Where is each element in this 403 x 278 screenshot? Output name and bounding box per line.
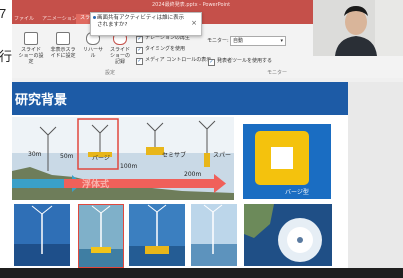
- turbine-diagram: 30m 50m 100m 200m バージ セミサブ スパー 着床式 浮体式: [12, 117, 234, 200]
- tab-animation[interactable]: アニメーション: [42, 15, 77, 22]
- photo-barge-turbine: [78, 204, 124, 268]
- webcam-video: [313, 0, 403, 56]
- photo-monopile-turbine: [14, 204, 70, 266]
- depth-label-200m: 200m: [184, 171, 202, 178]
- barge-card-caption: バージ型: [285, 189, 309, 196]
- type-label-spar: スパー: [213, 152, 232, 159]
- check-icon: ✓: [136, 47, 143, 54]
- close-icon[interactable]: ×: [191, 19, 197, 27]
- settings-group-label: 設定: [105, 70, 116, 76]
- record-label: スライド ショーの記録: [109, 47, 130, 65]
- setup-slideshow-button[interactable]: スライド ショーの設定: [18, 32, 44, 65]
- edge-char-bottom: 行: [0, 49, 13, 64]
- presenter-view-label: 発表者ツールを使用する: [217, 58, 273, 64]
- photo-typhoon-satellite: [244, 204, 332, 266]
- photo-semisub-turbine: [129, 204, 185, 266]
- timing-label: タイミングを使用: [145, 46, 186, 52]
- type-label-barge: バージ: [92, 155, 110, 162]
- title-bar: 2024最終発表.pptx - PowerPoint: [12, 0, 313, 12]
- check-icon: ✓: [136, 58, 143, 65]
- chevron-down-icon: ▾: [280, 38, 283, 44]
- type-label-semisub: セミサブ: [162, 152, 187, 159]
- info-icon: [93, 16, 96, 19]
- monitor-select[interactable]: 自動 ▾: [230, 36, 286, 46]
- floating-label: 浮体式: [82, 180, 110, 190]
- depth-label-50m: 50m: [60, 153, 74, 160]
- media-controls-label: メディア コントロールの表示: [145, 57, 212, 63]
- right-gray-pane: [348, 82, 403, 268]
- monitor-select-value: 自動: [233, 38, 244, 44]
- screen-share-notification[interactable]: 画面共有アクティビティは誰に表示されますか? ×: [90, 12, 202, 36]
- setup-slideshow-icon: [24, 32, 38, 45]
- monitor-group-label: モニター: [267, 70, 288, 76]
- monitor-label: モニター:: [207, 38, 229, 44]
- notification-text: 画面共有アクティビティは誰に表示されますか?: [97, 15, 185, 28]
- record-slideshow-button[interactable]: スライド ショーの記録: [108, 32, 132, 65]
- rehearse-button[interactable]: リハーサル: [82, 32, 104, 59]
- window-title: 2024最終発表.pptx - PowerPoint: [152, 2, 231, 8]
- media-controls-checkbox[interactable]: ✓ メディア コントロールの表示: [136, 56, 211, 65]
- check-icon: ✓: [136, 36, 143, 43]
- depth-label-100m: 100m: [120, 163, 138, 170]
- barge-inner-square: [271, 147, 293, 169]
- left-edge-strip: 7 行: [0, 0, 12, 278]
- turbine-diagram-graphic: [12, 117, 234, 200]
- hide-slide-icon: [56, 32, 70, 45]
- person-silhouette-icon: [313, 0, 403, 56]
- barge-card: バージ型: [243, 124, 331, 199]
- slide-title: 研究背景: [15, 93, 68, 108]
- edge-char-top: 7: [0, 6, 7, 21]
- tab-file[interactable]: ファイル: [14, 15, 34, 22]
- hide-slide-button[interactable]: 非表示スライドに設定: [50, 32, 76, 59]
- depth-label-30m: 30m: [28, 151, 42, 158]
- hide-slide-label: 非表示スライドに設定: [50, 47, 76, 59]
- slide-header: 研究背景: [12, 82, 348, 115]
- setup-slideshow-label: スライド ショーの設定: [18, 47, 44, 65]
- taskbar: [0, 268, 403, 278]
- timing-checkbox[interactable]: ✓ タイミングを使用: [136, 45, 185, 54]
- presenter-view-checkbox[interactable]: ✓ 発表者ツールを使用する: [208, 57, 272, 66]
- rehearse-label: リハーサル: [83, 47, 103, 59]
- photo-spar-turbine: [191, 204, 237, 266]
- bottom-fixed-label: 着床式: [14, 180, 42, 190]
- check-icon: ✓: [208, 59, 215, 66]
